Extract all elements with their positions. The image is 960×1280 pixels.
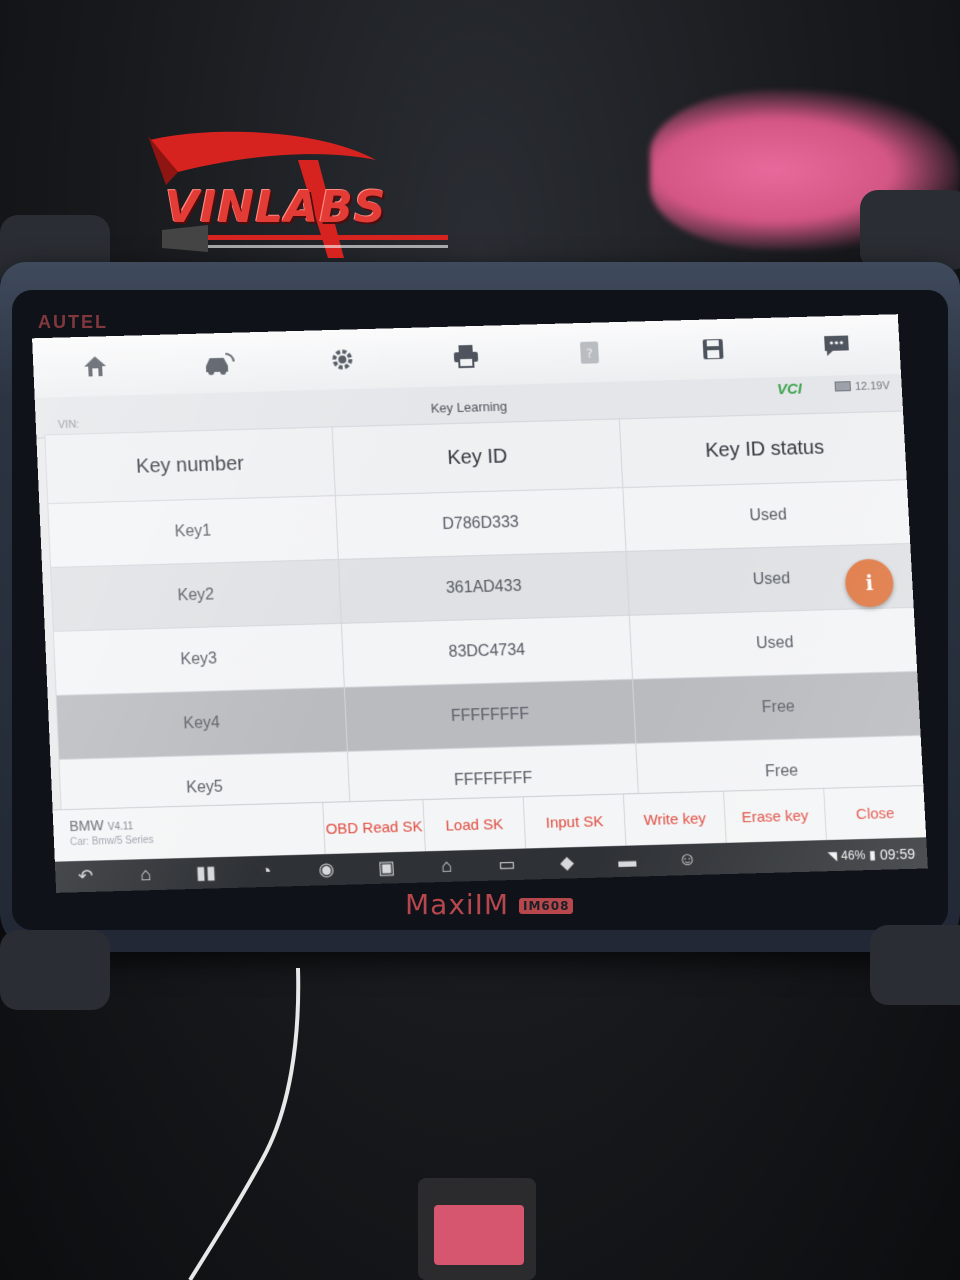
save-icon[interactable] — [694, 333, 732, 366]
voltage-value: 12.19V — [854, 380, 891, 393]
vehicle-make: BMW — [69, 817, 105, 835]
home-icon[interactable] — [77, 350, 114, 383]
software-version: V4.11 — [107, 821, 134, 834]
key-id-cell: D786D333 — [335, 487, 627, 560]
car-battery-icon — [834, 381, 852, 392]
device-model-badge: IM608 — [519, 898, 574, 914]
vci-icon[interactable]: ▭ — [476, 853, 537, 876]
user-car-icon[interactable]: ☺ — [657, 848, 718, 871]
device-bumper — [860, 190, 960, 270]
write-key-button[interactable]: Write key — [623, 791, 727, 847]
key-number-cell: Key1 — [47, 495, 339, 568]
column-header: Key ID — [332, 418, 623, 496]
key-table: Key number Key ID Key ID status Key1 D78… — [44, 410, 928, 824]
car-switch-icon[interactable] — [200, 347, 237, 380]
key-number-cell: Key3 — [53, 623, 345, 696]
settings-icon[interactable] — [324, 343, 361, 376]
vci-label: VCI — [776, 380, 803, 399]
load-sk-button[interactable]: Load SK — [423, 797, 527, 853]
key-number-cell: Key2 — [50, 559, 342, 632]
home-icon[interactable]: ⌂ — [115, 863, 176, 886]
key-id-cell: 361AD433 — [338, 551, 630, 624]
key-id-cell: FFFFFFFF — [344, 679, 636, 752]
device-bumper — [0, 930, 110, 1010]
key-status-cell: Free — [632, 671, 925, 744]
vehicle-info: BMW V4.11 Car: Bmw/5 Series — [52, 802, 326, 863]
vci-status: VCI — [777, 381, 803, 399]
device-screen: ? VIN: Key Learning VCI 12.19V Key numbe… — [32, 314, 928, 893]
key-status-cell: Used — [629, 607, 921, 680]
device-brand: AUTEL — [38, 312, 108, 332]
key-status-cell: Used — [622, 479, 914, 552]
key-id-cell: 83DC4734 — [341, 615, 633, 688]
shop-icon[interactable]: ⌂ — [416, 855, 477, 878]
vinlabs-logo-text: VINLABS — [165, 182, 387, 233]
car-check-icon[interactable]: ◆ — [536, 852, 597, 875]
close-button[interactable]: Close — [824, 786, 926, 841]
help-icon: ? — [571, 336, 608, 369]
clock: 09:59 — [879, 845, 916, 863]
battery-level: 46% — [840, 847, 866, 863]
info-book-icon: i — [864, 570, 874, 596]
back-icon[interactable]: ↶ — [55, 865, 116, 888]
device-model-name: MaxiIM — [405, 888, 510, 921]
camera-icon[interactable]: ◉ — [296, 858, 357, 881]
wifi-icon: ◥ — [827, 848, 838, 863]
obd-read-sk-button[interactable]: OBD Read SK — [323, 800, 426, 856]
column-header: Key ID status — [619, 410, 911, 488]
browser-icon[interactable]: ◔ — [236, 860, 297, 883]
system-status: ◥ 46% ▮ 09:59 — [827, 845, 927, 864]
key-number-cell: Key4 — [56, 687, 348, 760]
column-header: Key number — [44, 426, 336, 504]
recents-icon[interactable]: ▮▮ — [175, 862, 236, 885]
svg-text:?: ? — [586, 347, 594, 362]
erase-key-button[interactable]: Erase key — [724, 788, 827, 844]
voltage-readout: 12.19V — [834, 380, 891, 393]
seatbelt-buckle-button — [434, 1205, 524, 1265]
device-model: MaxiIM IM608 — [405, 888, 574, 921]
battery-icon: ▮ — [868, 847, 877, 862]
input-sk-button[interactable]: Input SK — [523, 794, 627, 850]
message-icon[interactable] — [818, 329, 856, 362]
device-bumper — [870, 925, 960, 1005]
print-icon[interactable] — [447, 340, 484, 373]
gallery-icon[interactable]: ▣ — [356, 857, 417, 880]
car-icon[interactable]: ▬ — [597, 850, 658, 873]
